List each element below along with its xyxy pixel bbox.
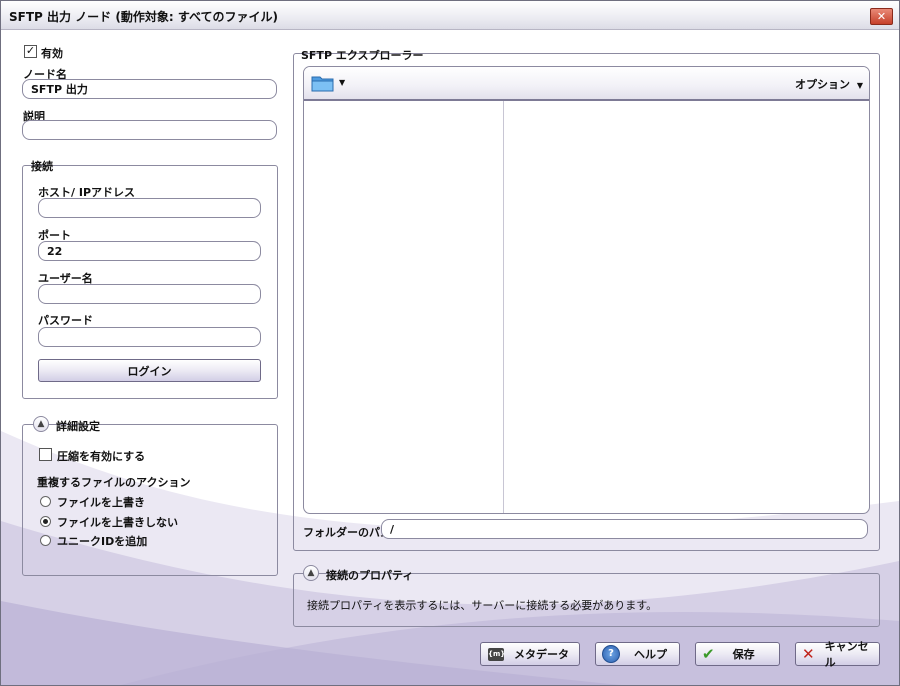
title-bar: SFTP 出力 ノード (動作対象: すべてのファイル) ✕ bbox=[1, 1, 899, 30]
explorer-group-label: SFTP エクスプローラー bbox=[301, 49, 424, 62]
duplicate-action-label: 重複するファイルのアクション bbox=[37, 476, 191, 489]
close-icon: ✕ bbox=[876, 10, 887, 23]
cancel-button[interactable]: ✕ キャンセル bbox=[795, 640, 880, 669]
explorer-panel: ▼ オプション ▼ bbox=[303, 66, 870, 514]
radio-no-overwrite[interactable] bbox=[40, 516, 51, 527]
cancel-button-label: キャンセル bbox=[824, 640, 869, 669]
folder-tree-pane[interactable] bbox=[304, 101, 503, 513]
radio-overwrite-label: ファイルを上書き bbox=[57, 496, 145, 509]
window-title: SFTP 出力 ノード (動作対象: すべてのファイル) bbox=[9, 10, 278, 24]
node-name-input[interactable]: SFTP 出力 bbox=[22, 79, 277, 99]
explorer-toolbar: ▼ オプション ▼ bbox=[304, 67, 869, 101]
dialog-window: SFTP 出力 ノード (動作対象: すべてのファイル) ✕ ✓ 有効 ノード名… bbox=[0, 0, 900, 686]
file-list-pane[interactable] bbox=[504, 101, 869, 513]
enabled-checkbox[interactable]: ✓ bbox=[24, 45, 37, 58]
options-dropdown-icon: ▼ bbox=[856, 81, 863, 90]
username-input[interactable] bbox=[38, 284, 261, 304]
conn-props-message: 接続プロパティを表示するには、サーバーに接続する必要があります。 bbox=[307, 599, 658, 612]
collapse-up-icon[interactable]: ▲ bbox=[33, 416, 49, 432]
folder-path-label: フォルダーのパス bbox=[303, 526, 391, 539]
host-input[interactable] bbox=[38, 198, 261, 218]
save-button-label: 保存 bbox=[732, 648, 755, 661]
save-button[interactable]: ✔ 保存 bbox=[695, 642, 780, 666]
options-label: オプション bbox=[795, 78, 850, 91]
metadata-icon: {m} bbox=[488, 647, 505, 661]
enabled-label: 有効 bbox=[41, 47, 63, 60]
password-label: パスワード bbox=[38, 314, 93, 327]
login-button[interactable]: ログイン bbox=[38, 359, 261, 382]
folder-path-input[interactable]: / bbox=[381, 519, 868, 539]
radio-unique-id[interactable] bbox=[40, 535, 51, 546]
radio-no-overwrite-label: ファイルを上書きしない bbox=[57, 516, 178, 529]
folder-dropdown-icon[interactable]: ▼ bbox=[339, 78, 345, 87]
conn-props-group-label: 接続のプロパティ bbox=[326, 569, 414, 582]
options-menu[interactable]: オプション ▼ bbox=[795, 76, 863, 92]
close-button[interactable]: ✕ bbox=[870, 8, 893, 25]
checkmark-icon: ✔ bbox=[702, 645, 715, 663]
connection-group-label: 接続 bbox=[31, 160, 53, 173]
metadata-button[interactable]: {m} メタデータ bbox=[480, 642, 580, 666]
help-button[interactable]: ? ヘルプ bbox=[595, 642, 680, 666]
advanced-group-label: 詳細設定 bbox=[56, 420, 100, 433]
collapse-up-icon[interactable]: ▲ bbox=[303, 565, 319, 581]
metadata-button-label: メタデータ bbox=[514, 648, 569, 661]
radio-unique-id-label: ユニークIDを追加 bbox=[57, 535, 148, 548]
cancel-x-icon: ✕ bbox=[802, 645, 815, 663]
compress-label: 圧縮を有効にする bbox=[57, 450, 146, 463]
folder-icon[interactable] bbox=[311, 73, 335, 93]
description-input[interactable] bbox=[22, 120, 277, 140]
login-button-label: ログイン bbox=[127, 364, 172, 378]
help-button-label: ヘルプ bbox=[634, 648, 667, 661]
radio-overwrite[interactable] bbox=[40, 496, 51, 507]
compress-checkbox[interactable] bbox=[39, 448, 52, 461]
port-input[interactable]: 22 bbox=[38, 241, 261, 261]
help-icon: ? bbox=[602, 645, 620, 663]
password-input[interactable] bbox=[38, 327, 261, 347]
